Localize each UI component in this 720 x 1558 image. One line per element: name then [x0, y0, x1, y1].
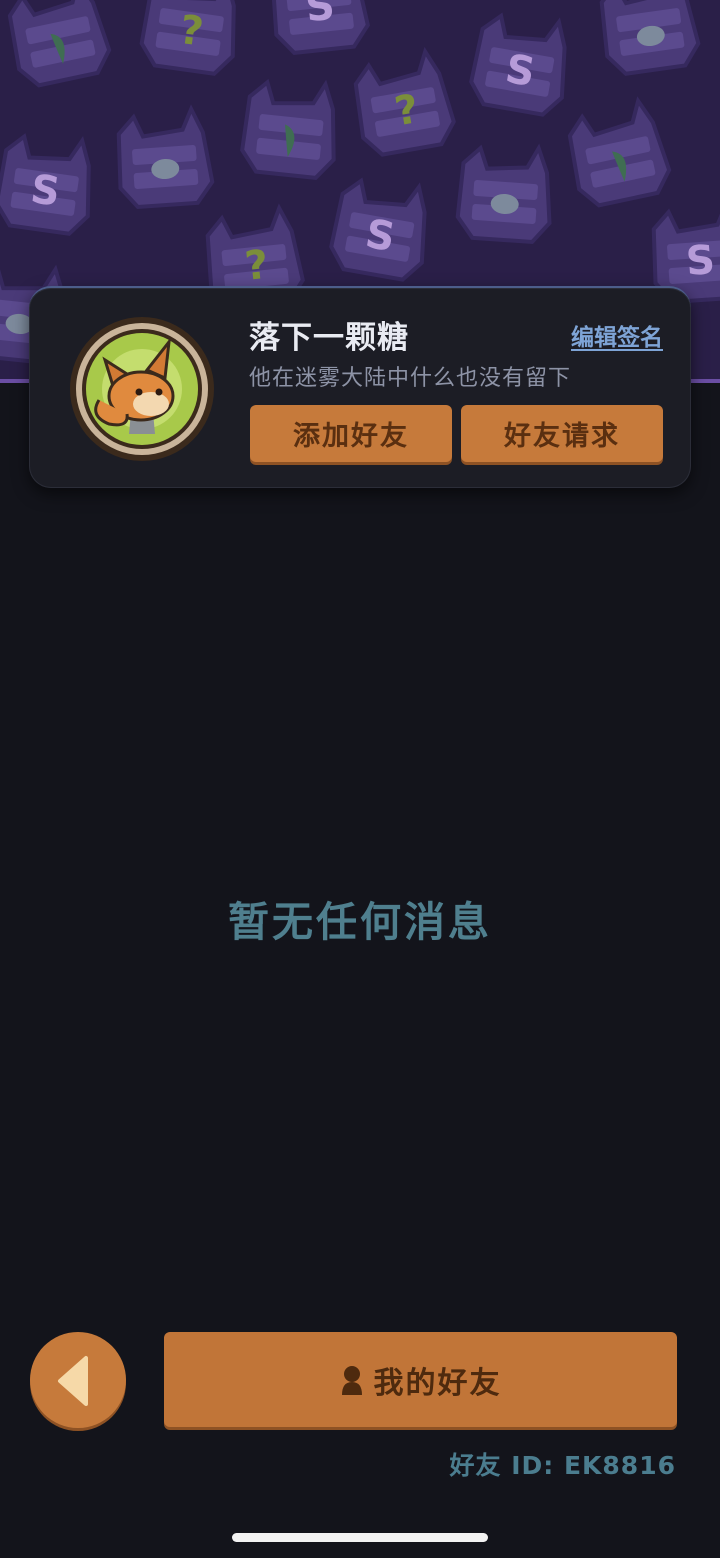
svg-text:S: S [303, 0, 336, 31]
home-indicator[interactable] [232, 1533, 488, 1542]
signature-text: 他在迷雾大陆中什么也没有留下 [249, 366, 572, 391]
friend-id-text: 好友 ID: EK8816 [449, 1451, 676, 1480]
nickname: 落下一颗糖 [249, 320, 409, 356]
svg-text:S: S [684, 237, 716, 285]
my-friends-button[interactable]: 我的好友 [164, 1332, 677, 1427]
profile-card: 落下一颗糖 编辑签名 他在迷雾大陆中什么也没有留下 添加好友 好友请求 [29, 286, 691, 488]
empty-messages-text: 暂无任何消息 [228, 898, 492, 946]
friends-screen: ? S S S ? ? S S 落下一颗糖 编辑签名 他在迷雾大陆中什么也没有留… [0, 0, 720, 1558]
back-button[interactable] [30, 1332, 126, 1428]
avatar[interactable] [69, 316, 215, 462]
my-friends-label: 我的好友 [373, 1365, 502, 1401]
person-icon [341, 1365, 362, 1395]
svg-text:?: ? [243, 242, 271, 290]
friend-request-button[interactable]: 好友请求 [461, 405, 663, 462]
back-arrow-icon [58, 1356, 88, 1406]
edit-signature-link[interactable]: 编辑签名 [571, 318, 663, 352]
add-friend-button[interactable]: 添加好友 [250, 405, 452, 462]
